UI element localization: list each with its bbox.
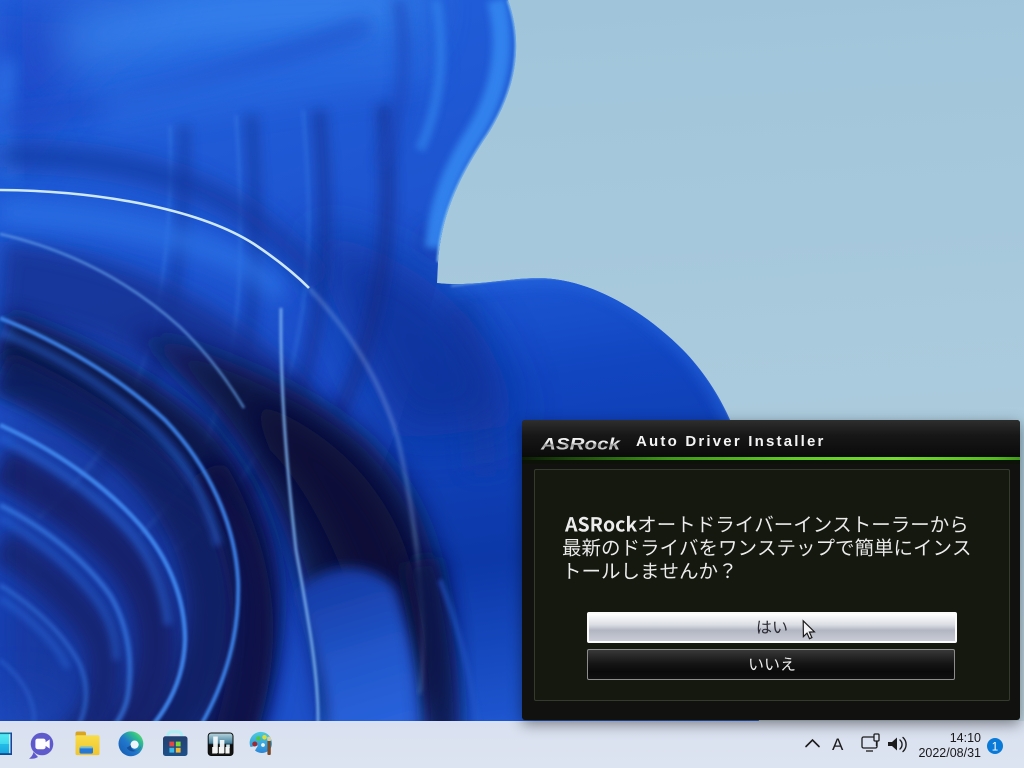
svg-text:A: A bbox=[832, 735, 844, 754]
svg-text:1: 1 bbox=[992, 742, 998, 754]
svg-text:2022/08/31: 2022/08/31 bbox=[918, 746, 981, 760]
svg-text:14:10: 14:10 bbox=[950, 731, 981, 745]
